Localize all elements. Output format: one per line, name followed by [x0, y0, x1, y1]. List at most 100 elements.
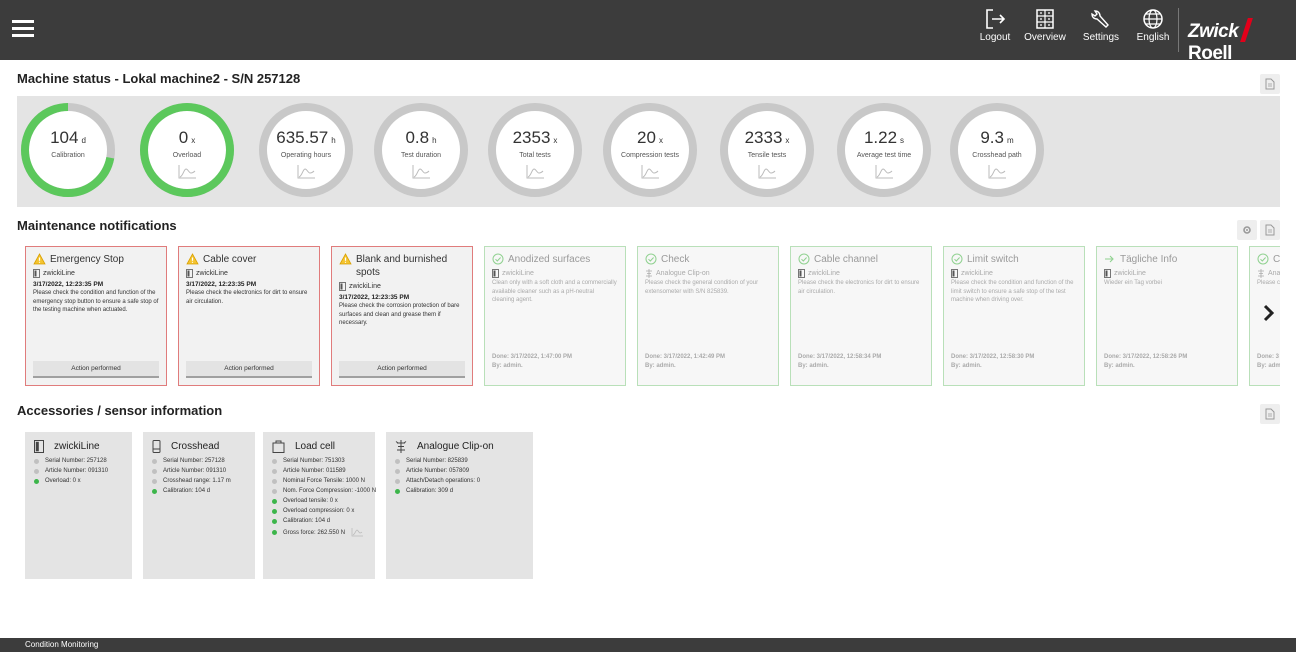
action-performed-button[interactable]: Action performed	[186, 361, 312, 378]
gauge-unit: h	[432, 136, 437, 145]
gauge-ring	[259, 103, 353, 197]
gauge-caption: Tensile tests	[747, 152, 787, 159]
accessory-card[interactable]: zwickiLine Serial Number: 257128 Article N…	[25, 432, 132, 579]
next-arrow-button[interactable]	[1262, 303, 1278, 325]
gauge-tensile-tests[interactable]: 2333 x Tensile tests	[718, 101, 816, 199]
maintenance-card[interactable]: Blank and burnished spots zwickiLine 3/17/…	[331, 246, 473, 386]
chart-icon[interactable]	[526, 165, 544, 184]
maintenance-card[interactable]: Limit switch zwickiLine Please check the c…	[943, 246, 1085, 386]
card-title: Cable channel	[814, 254, 878, 265]
gauge-caption: Operating hours	[280, 152, 332, 159]
gauge-crosshead-path[interactable]: 9.3 m Crosshead path	[948, 101, 1046, 199]
maintenance-card[interactable]: Check Analogue Clip-on Please check the ge…	[637, 246, 779, 386]
menu-icon[interactable]	[12, 20, 34, 38]
card-done-by: By: adm	[1257, 363, 1280, 369]
document-icon	[1265, 224, 1275, 236]
maintenance-card[interactable]: Cable cover zwickiLine 3/17/2022, 12:23:35…	[178, 246, 320, 386]
gauge-value-number: 9.3	[980, 128, 1004, 147]
globe-icon	[1143, 9, 1163, 29]
card-done-by: By: admin.	[492, 363, 523, 369]
gauge-ring	[603, 103, 697, 197]
card-date: 3/17/2022, 12:23:35 PM	[339, 294, 410, 301]
chart-icon[interactable]	[178, 165, 196, 184]
settings-icon	[1091, 10, 1109, 28]
gauge-overload[interactable]: 0 x Overload	[138, 101, 236, 199]
chart-icon[interactable]	[988, 165, 1006, 184]
card-description: Please check the corrosion protection of…	[339, 303, 460, 326]
card-title: Anodized surfaces	[508, 254, 591, 265]
maintenance-card-list: Emergency Stop zwickiLine 3/17/2022, 12:23…	[17, 246, 1280, 386]
accessory-title-row: zwickiLine	[34, 440, 123, 453]
card-device: zwickiLine	[1104, 269, 1230, 278]
logout-button[interactable]: Logout	[970, 8, 1020, 56]
card-title-row: Ch	[1257, 253, 1280, 266]
gauge-average-test-time[interactable]: 1.22 s Average test time	[835, 101, 933, 199]
action-performed-button[interactable]: Action performed	[33, 361, 159, 378]
maintenance-card[interactable]: Emergency Stop zwickiLine 3/17/2022, 12:23…	[25, 246, 167, 386]
language-button[interactable]: English	[1128, 8, 1178, 56]
accessories-report-button[interactable]	[1260, 404, 1280, 424]
chart-icon[interactable]	[641, 165, 659, 184]
card-title: Limit switch	[967, 254, 1019, 265]
card-device-name: zwickiLine	[196, 270, 228, 277]
maintenance-report-button[interactable]	[1260, 220, 1280, 240]
chart-icon[interactable]	[412, 165, 430, 184]
chart-icon[interactable]	[351, 528, 364, 537]
accessory-property: Article Number: 011589	[272, 468, 366, 474]
gauge-operating-hours[interactable]: 635.57 h Operating hours	[257, 101, 355, 199]
card-title-row: Tägliche Info	[1104, 253, 1230, 266]
card-device: zwickiLine	[798, 269, 924, 278]
maintenance-settings-button[interactable]	[1237, 220, 1257, 240]
action-performed-button[interactable]: Action performed	[339, 361, 465, 378]
app-name: Condition Monitoring	[25, 640, 99, 649]
card-done-info: Done: 3/17/2022, 1:42:49 PM By: admin.	[645, 353, 725, 371]
settings-button[interactable]: Settings	[1076, 8, 1126, 56]
card-date: 3/17/2022, 12:23:35 PM	[186, 281, 257, 288]
chart-icon[interactable]	[758, 165, 776, 184]
status-bar: Condition Monitoring	[0, 638, 1296, 652]
accessory-property-text: Nominal Force Tensile: 1000 N	[283, 478, 365, 484]
accessory-card[interactable]: Crosshead Serial Number: 257128 Article Nu…	[143, 432, 255, 579]
check-circle-icon	[645, 253, 657, 265]
gauge-ring	[720, 103, 814, 197]
status-dot	[34, 468, 39, 474]
chart-icon[interactable]	[297, 165, 315, 184]
card-device-name: zwickiLine	[502, 270, 534, 277]
machine-status-title: Machine status - Lokal machine2 - S/N 25…	[17, 71, 301, 86]
gauge-total-tests[interactable]: 2353 x Total tests	[486, 101, 584, 199]
gauge-caption: Compression tests	[621, 152, 679, 159]
card-done-by: By: admin.	[645, 363, 676, 369]
card-done-by: By: admin.	[951, 363, 982, 369]
warning-icon	[186, 253, 199, 265]
crosshead-icon	[152, 440, 166, 453]
accessory-title: zwickiLine	[54, 441, 100, 452]
accessory-property: Serial Number: 257128	[152, 458, 246, 464]
accessory-property: Crosshead range: 1.17 m	[152, 478, 246, 484]
accessory-property-text: Overload compression: 0 x	[283, 508, 355, 514]
accessory-property-text: Calibration: 104 d	[163, 488, 211, 494]
warning-icon	[339, 253, 352, 265]
overview-button[interactable]: Overview	[1020, 8, 1070, 56]
card-title: Ch	[1273, 254, 1280, 265]
gauge-test-duration[interactable]: 0.8 h Test duration	[372, 101, 470, 199]
accessory-title-row: Crosshead	[152, 440, 246, 453]
accessory-property-text: Serial Number: 257128	[163, 458, 225, 464]
gear-icon	[1243, 226, 1251, 234]
card-title-row: Emergency Stop	[33, 253, 159, 266]
maintenance-card[interactable]: Anodized surfaces zwickiLine Clean only wi…	[484, 246, 626, 386]
chevron-right-icon	[1263, 304, 1275, 322]
accessory-property-text: Article Number: 011589	[283, 468, 346, 474]
chart-icon[interactable]	[875, 165, 893, 184]
card-device: Analogue Clip-on	[645, 269, 771, 278]
machine-status-report-button[interactable]	[1260, 74, 1280, 94]
card-device: zwickiLine	[33, 269, 159, 278]
card-device: zwickiLine	[186, 269, 312, 278]
accessory-card[interactable]: Load cell Serial Number: 751303 Article Nu…	[263, 432, 376, 579]
accessory-card[interactable]: Analogue Clip-on Serial Number: 825839 Art…	[386, 432, 533, 579]
status-dot	[272, 498, 277, 504]
gauge-compression-tests[interactable]: 20 x Compression tests	[601, 101, 699, 199]
gauge-calibration[interactable]: 104 d Calibration	[19, 101, 117, 199]
maintenance-card[interactable]: Tägliche Info zwickiLine Wieder ein Tag vo…	[1096, 246, 1238, 386]
logo-divider	[1178, 8, 1179, 52]
maintenance-card[interactable]: Cable channel zwickiLine Please check the …	[790, 246, 932, 386]
